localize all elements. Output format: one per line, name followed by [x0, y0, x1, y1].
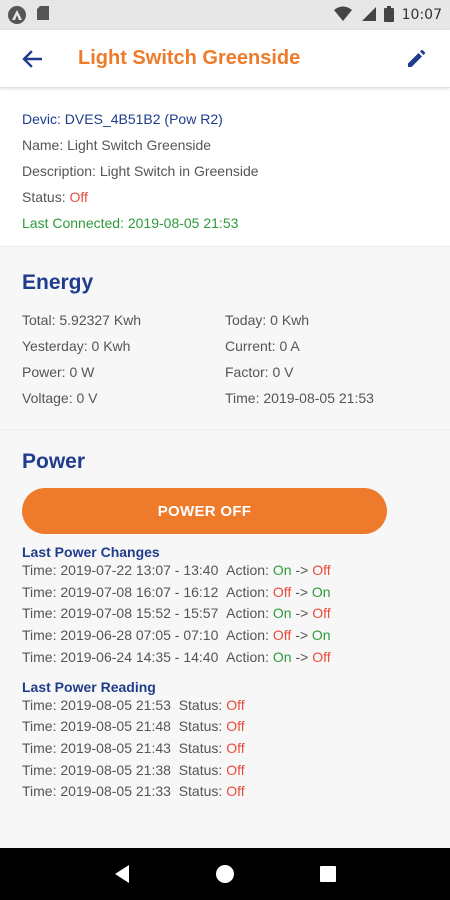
list-item: Time: 2019-08-05 21:33 Status: Off: [22, 783, 245, 800]
energy-voltage: Voltage: 0 V: [22, 390, 98, 406]
energy-current: Current: 0 A: [225, 338, 300, 354]
system-nav-bar: [0, 848, 450, 900]
sd-card-icon: [36, 5, 50, 26]
power-section: Power POWER OFF Last Power Changes Time:…: [0, 430, 450, 848]
energy-today: Today: 0 Kwh: [225, 312, 310, 328]
nav-back-button[interactable]: [102, 854, 142, 894]
list-item: Time: 2019-07-08 15:52 - 15:57 Action: O…: [22, 605, 331, 622]
signal-icon: [360, 6, 376, 25]
page-title: Light Switch Greenside: [78, 47, 301, 69]
status-bar: 10:07: [0, 0, 450, 30]
energy-title: Energy: [22, 271, 94, 294]
list-item: Time: 2019-06-28 07:05 - 07:10 Action: O…: [22, 627, 331, 644]
app-bar: Light Switch Greenside: [0, 30, 450, 88]
pencil-icon: [408, 49, 426, 67]
power-readings-list: Time: 2019-08-05 21:53 Status: Off Time:…: [22, 695, 428, 804]
device-description-line: Description: Light Switch in Greenside: [22, 163, 259, 179]
list-item: Time: 2019-08-05 21:38 Status: Off: [22, 761, 245, 778]
list-item: Time: 2019-08-05 21:48 Status: Off: [22, 718, 245, 735]
power-title: Power: [22, 450, 86, 473]
nav-recents-button[interactable]: [308, 854, 348, 894]
energy-yesterday: Yesterday: 0 Kwh: [22, 338, 131, 354]
device-info-card: Devic: DVES_4B51B2 (Pow R2) Name: Light …: [0, 96, 450, 246]
energy-time: Time: 2019-08-05 21:53: [225, 390, 374, 406]
last-connected-line: Last Connected: 2019-08-05 21:53: [22, 215, 239, 231]
back-button[interactable]: [12, 39, 52, 79]
list-item: Time: 2019-06-24 14:35 - 14:40 Action: O…: [22, 648, 331, 665]
list-item: Time: 2019-07-22 13:07 - 13:40 Action: O…: [22, 562, 331, 578]
arrow-back-icon: [22, 49, 42, 68]
energy-grid: Total: 5.92327 Kwh Today: 0 Kwh Yesterda…: [22, 307, 428, 411]
energy-total: Total: 5.92327 Kwh: [22, 312, 142, 328]
power-changes-title: Last Power Changes: [22, 544, 160, 560]
battery-icon: [383, 5, 394, 25]
app-notification-icon: [8, 6, 26, 24]
device-status-line: Status: Off: [22, 189, 88, 205]
device-id-line: Devic: DVES_4B51B2 (Pow R2): [22, 111, 223, 127]
triangle-back-icon: [114, 865, 129, 883]
list-item: Time: 2019-08-05 21:43 Status: Off: [22, 739, 245, 756]
energy-power: Power: 0 W: [22, 364, 95, 380]
power-changes-list: Time: 2019-07-22 13:07 - 13:40 Action: O…: [22, 560, 428, 669]
energy-section: Energy Total: 5.92327 Kwh Today: 0 Kwh Y…: [0, 246, 450, 430]
clock: 10:07: [401, 7, 442, 23]
circle-home-icon: [215, 865, 234, 883]
power-toggle-button[interactable]: POWER OFF: [22, 488, 387, 534]
energy-factor: Factor: 0 V: [225, 364, 294, 380]
power-readings-title: Last Power Reading: [22, 678, 156, 695]
list-item: Time: 2019-07-08 16:07 - 16:12 Action: O…: [22, 583, 331, 600]
square-recents-icon: [320, 866, 337, 882]
device-name-line: Name: Light Switch Greenside: [22, 137, 212, 153]
list-item: Time: 2019-08-05 21:53 Status: Off: [22, 696, 245, 713]
status-value: Off: [69, 189, 88, 205]
wifi-icon: [333, 6, 352, 25]
edit-button[interactable]: [396, 39, 436, 79]
nav-home-button[interactable]: [205, 854, 245, 894]
